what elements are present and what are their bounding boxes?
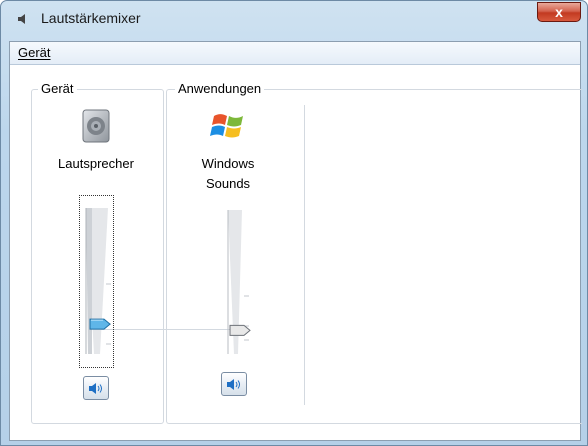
device-volume-slider[interactable] [84, 202, 114, 362]
menu-bar: Gerät [10, 42, 580, 65]
client-area: Gerät Gerät Anwendungen Lautsprecher Win… [9, 41, 582, 441]
close-button[interactable]: x [537, 2, 581, 22]
volume-mixer-window: Lautstärkemixer x Gerät Gerät Anwendunge… [0, 0, 588, 446]
device-group-label: Gerät [38, 81, 77, 96]
app-mute-button[interactable] [221, 372, 247, 396]
windows-logo-icon [210, 114, 243, 138]
speaker-icon [89, 383, 102, 394]
device-name-lautsprecher: Lautsprecher [58, 156, 134, 171]
title-bar[interactable]: Lautstärkemixer x [1, 1, 587, 37]
device-slider-thumb[interactable] [89, 318, 111, 330]
speaker-icon [18, 14, 25, 24]
speaker-icon [227, 379, 240, 390]
app-name-line2: Sounds [205, 176, 251, 191]
device-mute-button[interactable] [83, 376, 109, 400]
applications-group-label: Anwendungen [175, 81, 265, 96]
menu-item-geraet[interactable]: Gerät [18, 45, 51, 60]
window-title: Lautstärkemixer [41, 10, 141, 26]
app-name-line1: Windows [201, 156, 255, 171]
app-volume-slider[interactable] [224, 208, 254, 358]
column-divider [304, 105, 305, 405]
close-icon: x [555, 4, 563, 20]
speaker-device-icon [82, 109, 110, 143]
app-slider-thumb[interactable] [229, 324, 251, 336]
